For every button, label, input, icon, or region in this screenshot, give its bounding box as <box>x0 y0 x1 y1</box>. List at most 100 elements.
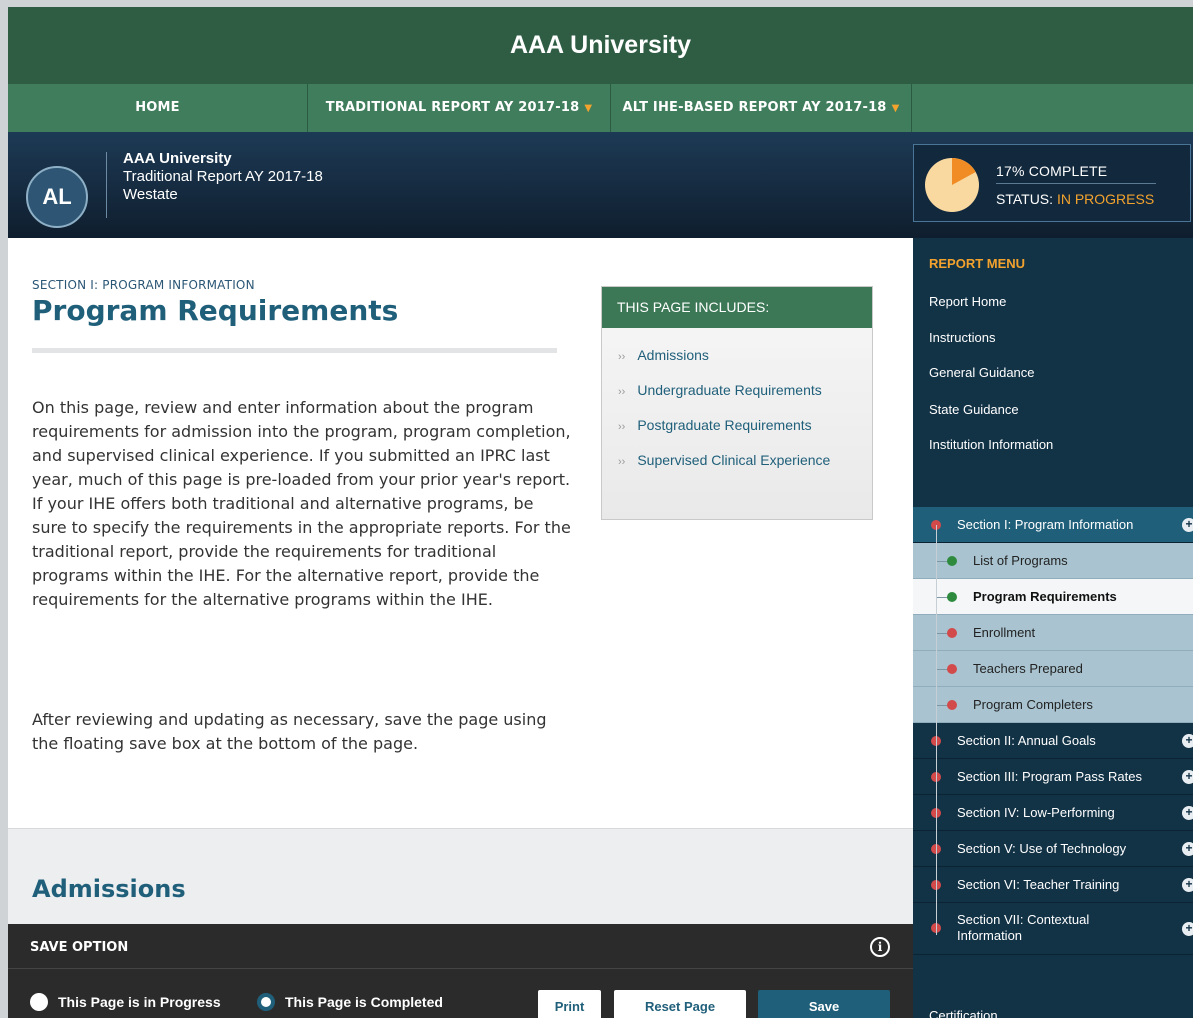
radio-selected-icon <box>257 993 275 1011</box>
chevron-right-icon: ›› <box>618 456 626 468</box>
status-prefix: STATUS: <box>996 191 1054 207</box>
includes-list: ›› Admissions ›› Undergraduate Requirement… <box>602 328 872 478</box>
site-title: AAA University <box>509 31 692 59</box>
radio-unselected-icon <box>30 993 48 1011</box>
radio-completed-label: This Page is Completed <box>285 994 443 1010</box>
print-button[interactable]: Print <box>538 990 601 1018</box>
title-divider <box>32 348 557 353</box>
includes-link-clinical[interactable]: ›› Supervised Clinical Experience <box>618 443 872 478</box>
sub-item-label: Teachers Prepared <box>973 661 1083 676</box>
includes-heading: THIS PAGE INCLUDES: <box>602 287 872 328</box>
state-name: Westate <box>123 186 178 203</box>
sub-item-label: Program Completers <box>973 697 1093 712</box>
admissions-heading: Admissions <box>32 875 186 903</box>
identity-divider <box>106 152 107 218</box>
sub-item-program-completers[interactable]: Program Completers <box>913 687 1193 723</box>
expand-plus-icon[interactable]: + <box>1182 806 1193 820</box>
nav-alt-label: ALT IHE-BASED REPORT AY 2017-18 <box>622 100 887 115</box>
tree-vertical-line <box>936 525 937 935</box>
sub-item-program-requirements[interactable]: Program Requirements <box>913 579 1193 615</box>
save-option-title: SAVE OPTION <box>30 940 129 955</box>
section-vii-contextual-information[interactable]: Section VII: Contextual Information + <box>913 903 1193 955</box>
nav-traditional-report[interactable]: TRADITIONAL REPORT AY 2017-18 ▼ <box>308 84 611 132</box>
admissions-section: Admissions <box>8 828 913 928</box>
status-dot-icon <box>947 664 957 674</box>
section-label: Section V: Use of Technology <box>957 841 1127 856</box>
progress-label: 17% COMPLETE <box>996 163 1108 179</box>
sub-item-enrollment[interactable]: Enrollment <box>913 615 1193 651</box>
status-dot-icon <box>947 556 957 566</box>
institution-name: AAA University <box>123 150 232 167</box>
status-dot-icon <box>947 592 957 602</box>
chevron-right-icon: ›› <box>618 421 626 433</box>
avatar: AL <box>26 166 88 228</box>
page-title: Program Requirements <box>32 294 399 327</box>
expand-plus-icon[interactable]: + <box>1182 770 1193 784</box>
progress-status: STATUS: IN PROGRESS <box>996 191 1154 207</box>
dropdown-caret-icon: ▼ <box>584 103 593 114</box>
sub-item-label: Enrollment <box>973 625 1036 640</box>
menu-link-general-guidance[interactable]: General Guidance <box>929 365 1035 380</box>
intro-paragraph: On this page, review and enter informati… <box>32 398 571 609</box>
section-iv-low-performing[interactable]: Section IV: Low-Performing + <box>913 795 1193 831</box>
includes-link-label: Undergraduate Requirements <box>637 382 822 398</box>
sub-item-teachers-prepared[interactable]: Teachers Prepared <box>913 651 1193 687</box>
report-menu-sidebar: REPORT MENU Report Home Instructions Gen… <box>913 238 1193 1018</box>
expand-plus-icon[interactable]: + <box>1182 518 1193 532</box>
section-label: Section III: Program Pass Rates <box>957 769 1142 784</box>
identity-bar: AL AAA University Traditional Report AY … <box>8 132 1193 238</box>
section-vi-teacher-training[interactable]: Section VI: Teacher Training + <box>913 867 1193 903</box>
page-includes-box: THIS PAGE INCLUDES: ›› Admissions ›› Under… <box>601 286 873 520</box>
progress-divider <box>996 183 1156 184</box>
menu-link-report-home[interactable]: Report Home <box>929 294 1006 309</box>
section-ii-annual-goals[interactable]: Section II: Annual Goals + <box>913 723 1193 759</box>
page: AAA University HOME TRADITIONAL REPORT A… <box>0 0 1193 1018</box>
save-divider <box>8 968 913 969</box>
sub-item-label: List of Programs <box>973 553 1068 568</box>
reset-page-button[interactable]: Reset Page <box>614 990 746 1018</box>
includes-link-admissions[interactable]: ›› Admissions <box>618 338 872 373</box>
status-dot-icon <box>947 628 957 638</box>
sub-item-label: Program Requirements <box>973 589 1117 604</box>
window-top-border <box>0 0 1193 7</box>
radio-in-progress-label: This Page is in Progress <box>58 994 221 1010</box>
radio-in-progress[interactable]: This Page is in Progress <box>30 993 221 1011</box>
section-i-program-information[interactable]: Section I: Program Information + <box>913 507 1193 543</box>
menu-link-institution-information[interactable]: Institution Information <box>929 437 1053 452</box>
menu-link-instructions[interactable]: Instructions <box>929 330 995 345</box>
expand-plus-icon[interactable]: + <box>1182 842 1193 856</box>
includes-link-postgraduate[interactable]: ›› Postgraduate Requirements <box>618 408 872 443</box>
nav-traditional-label: TRADITIONAL REPORT AY 2017-18 <box>325 100 580 115</box>
expand-plus-icon[interactable]: + <box>1182 922 1193 936</box>
includes-link-label: Admissions <box>637 347 709 363</box>
status-dot-icon <box>947 700 957 710</box>
expand-plus-icon[interactable]: + <box>1182 878 1193 892</box>
report-menu-heading: REPORT MENU <box>929 256 1026 271</box>
section-v-use-of-technology[interactable]: Section V: Use of Technology + <box>913 831 1193 867</box>
info-icon[interactable]: i <box>870 937 890 957</box>
save-button[interactable]: Save <box>758 990 890 1018</box>
menu-link-state-guidance[interactable]: State Guidance <box>929 402 1019 417</box>
chevron-right-icon: ›› <box>618 386 626 398</box>
report-name: Traditional Report AY 2017-18 <box>123 168 323 185</box>
menu-link-certification[interactable]: Certification <box>929 1008 998 1018</box>
includes-link-label: Postgraduate Requirements <box>637 417 812 433</box>
section-iii-program-pass-rates[interactable]: Section III: Program Pass Rates + <box>913 759 1193 795</box>
site-header: AAA University <box>8 7 1193 84</box>
nav-home-label: HOME <box>135 100 180 115</box>
main-content: SECTION I: PROGRAM INFORMATION Program R… <box>8 238 913 828</box>
chevron-right-icon: ›› <box>618 351 626 363</box>
expand-plus-icon[interactable]: + <box>1182 734 1193 748</box>
section-label: Section IV: Low-Performing <box>957 805 1115 820</box>
save-instructions-paragraph: After reviewing and updating as necessar… <box>32 710 547 753</box>
nav-alt-report[interactable]: ALT IHE-BASED REPORT AY 2017-18 ▼ <box>611 84 912 132</box>
window-left-border <box>0 0 8 1018</box>
main-nav: HOME TRADITIONAL REPORT AY 2017-18 ▼ ALT … <box>8 84 1193 132</box>
identity-text: AAA University Traditional Report AY 201… <box>123 150 323 204</box>
nav-home[interactable]: HOME <box>8 84 308 132</box>
radio-completed[interactable]: This Page is Completed <box>257 993 443 1011</box>
sub-item-list-of-programs[interactable]: List of Programs <box>913 543 1193 579</box>
includes-link-label: Supervised Clinical Experience <box>637 452 831 468</box>
includes-link-undergraduate[interactable]: ›› Undergraduate Requirements <box>618 373 872 408</box>
status-value: IN PROGRESS <box>1056 191 1155 207</box>
